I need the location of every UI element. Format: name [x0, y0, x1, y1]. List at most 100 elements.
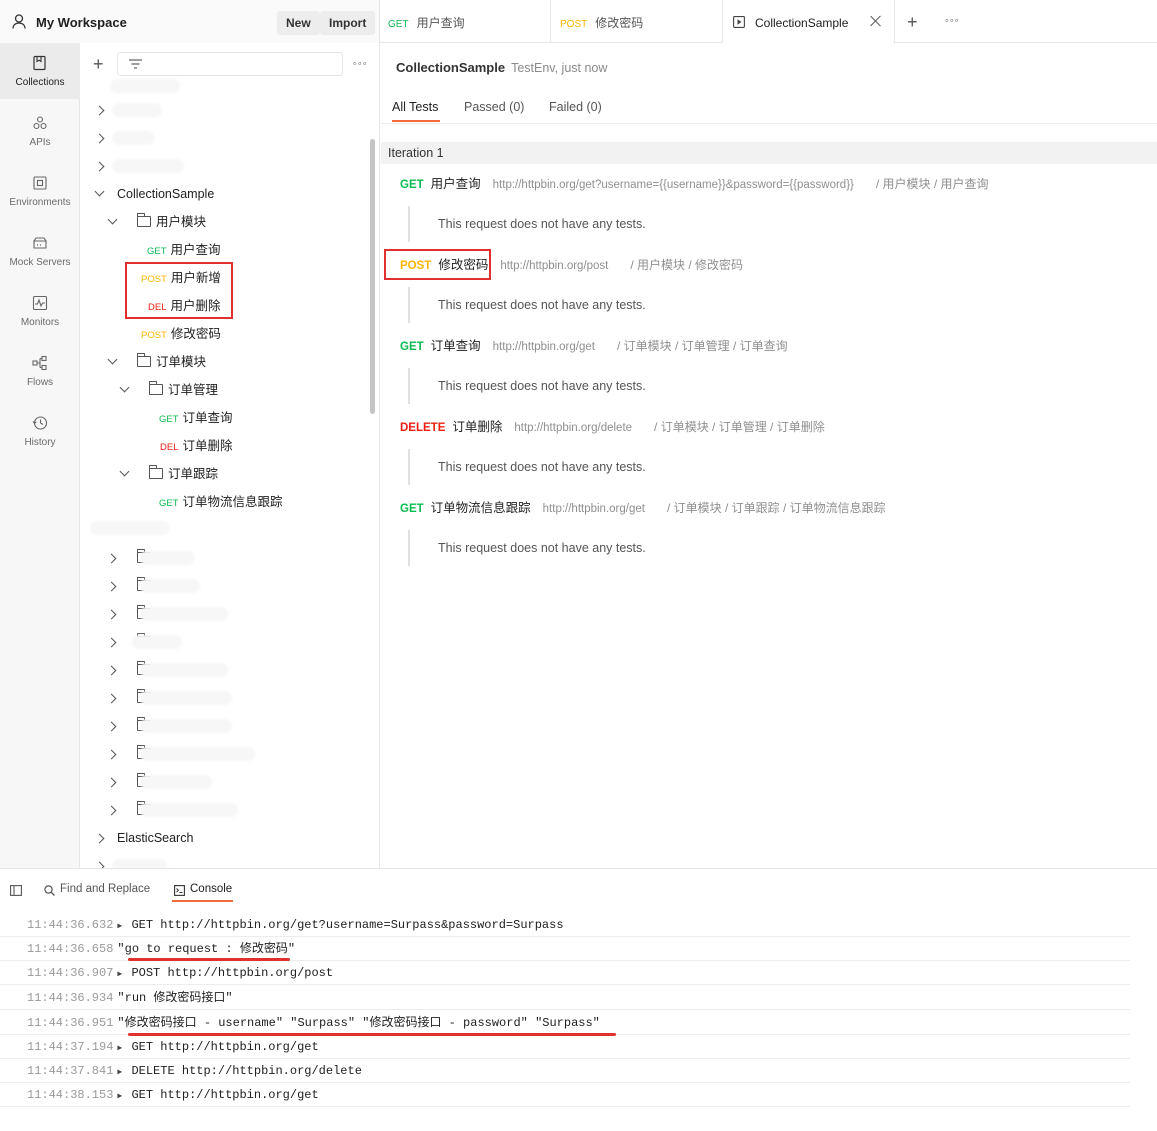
redacted-item — [90, 521, 170, 535]
log-entry[interactable]: 11:44:36.934 "run 修改密码接口" — [0, 986, 1130, 1010]
tree-folder-redacted[interactable] — [80, 684, 370, 712]
tab-failed[interactable]: Failed (0) — [549, 100, 602, 114]
log-timestamp: 11:44:36.632 — [27, 918, 114, 932]
tab-options-icon[interactable]: ◦◦◦ — [945, 15, 960, 27]
filter-icon — [129, 59, 142, 69]
tree-collection-label: ElasticSearch — [117, 831, 194, 845]
tree-request[interactable]: GET 订单查询 — [80, 404, 370, 432]
request-label: 订单查询 — [182, 411, 233, 425]
tree-item-redacted[interactable] — [80, 152, 370, 180]
tree-folder-redacted[interactable] — [80, 712, 370, 740]
rail-flows[interactable]: Flows — [0, 343, 80, 399]
request-label: 用户查询 — [170, 243, 221, 257]
new-collection-plus-icon[interactable]: + — [93, 55, 104, 73]
result-request[interactable]: GET 订单查询 http://httpbin.org/get / 订单模块 / 订单… — [400, 336, 788, 356]
sidebar-scrollbar[interactable] — [370, 139, 375, 414]
tree-item-redacted[interactable] — [80, 852, 370, 868]
tree-folder-label: 订单跟踪 — [168, 467, 219, 481]
console-tabs: Find and Replace Console — [0, 869, 1157, 903]
result-request[interactable]: DELETE 订单删除 http://httpbin.org/delete / 订单模… — [400, 417, 825, 437]
import-button[interactable]: Import — [320, 11, 376, 35]
user-icon — [12, 14, 26, 29]
left-rail: Collections APIs Environments Mock Serve… — [0, 43, 80, 868]
workspace-title[interactable]: My Workspace — [36, 15, 127, 30]
chevron-down-icon[interactable] — [119, 466, 130, 477]
request-path: / 订单模块 / 订单管理 / 订单查询 — [616, 339, 788, 353]
tree-folder-redacted[interactable] — [80, 600, 370, 628]
console-icon — [174, 885, 185, 896]
chevron-down-icon[interactable] — [119, 382, 130, 393]
tab-post-change-password[interactable]: POST 修改密码 — [551, 0, 723, 43]
tree-folder-redacted[interactable] — [80, 572, 370, 600]
tree-request[interactable]: DEL 订单删除 — [80, 432, 370, 460]
tree-folder-redacted[interactable] — [80, 796, 370, 824]
request-name: 订单查询 — [430, 339, 481, 353]
history-icon — [32, 416, 48, 430]
tree-item-redacted[interactable] — [80, 124, 370, 152]
tab-get-user-query[interactable]: GET 用户查询 — [381, 0, 551, 43]
tree-folder-redacted[interactable] — [80, 740, 370, 768]
tree-folder-redacted[interactable] — [80, 628, 370, 656]
result-request[interactable]: GET 订单物流信息跟踪 http://httpbin.org/get / 订单模块 … — [400, 498, 886, 518]
tree-folder-order-track[interactable]: 订单跟踪 — [80, 460, 370, 488]
iteration-header: Iteration 1 — [381, 142, 1157, 164]
chevron-down-icon[interactable] — [94, 186, 105, 197]
expand-triangle-icon[interactable]: ▶ — [117, 970, 122, 979]
log-entry[interactable]: 11:44:37.841 ▶ DELETE http://httpbin.org/… — [0, 1059, 1130, 1083]
chevron-right-icon[interactable] — [94, 833, 105, 844]
request-url: http://httpbin.org/get?username={{userna… — [492, 179, 854, 191]
expand-triangle-icon[interactable]: ▶ — [117, 1044, 122, 1053]
tree-collection-elasticsearch[interactable]: ElasticSearch — [80, 824, 370, 852]
rail-label: APIs — [29, 137, 51, 148]
filter-input[interactable] — [117, 52, 343, 76]
divider — [381, 123, 1157, 124]
rail-apis[interactable]: APIs — [0, 103, 80, 159]
new-button[interactable]: New — [277, 11, 320, 35]
method-badge: DEL — [160, 442, 179, 453]
tree-request[interactable]: GET 订单物流信息跟踪 — [80, 488, 370, 516]
rail-collections[interactable]: Collections — [0, 43, 80, 99]
log-entry[interactable]: 11:44:38.153 ▶ GET http://httpbin.org/get — [0, 1083, 1130, 1107]
tab-all-tests[interactable]: All Tests — [392, 100, 438, 114]
tree-folder-redacted[interactable] — [80, 768, 370, 796]
log-entry[interactable]: 11:44:36.632 ▶ GET http://httpbin.org/get… — [0, 913, 1130, 937]
toggle-sidebar-icon[interactable] — [10, 885, 22, 896]
chevron-down-icon[interactable] — [107, 354, 118, 365]
log-entry[interactable]: 11:44:36.951 "修改密码接口 - username" "Surpass… — [0, 1011, 1130, 1035]
tab-console[interactable]: Console — [190, 883, 232, 895]
expand-triangle-icon[interactable]: ▶ — [117, 1068, 122, 1077]
expand-triangle-icon[interactable]: ▶ — [117, 922, 122, 931]
log-timestamp: 11:44:37.841 — [27, 1064, 114, 1078]
rail-history[interactable]: History — [0, 403, 80, 459]
log-entry[interactable]: 11:44:37.194 ▶ GET http://httpbin.org/get — [0, 1035, 1130, 1059]
chevron-down-icon[interactable] — [107, 214, 118, 225]
tab-passed[interactable]: Passed (0) — [464, 100, 524, 114]
tab-collection-runner[interactable]: CollectionSample — [723, 0, 895, 44]
tab-label: CollectionSample — [755, 16, 849, 30]
tree-folder-redacted[interactable] — [80, 656, 370, 684]
expand-triangle-icon[interactable]: ▶ — [117, 1092, 122, 1101]
console-panel: Find and Replace Console 11:44:36.632 ▶ G… — [0, 868, 1157, 1131]
tree-folder-order-mgmt[interactable]: 订单管理 — [80, 376, 370, 404]
rail-environments[interactable]: Environments — [0, 163, 80, 219]
sidebar-options-icon[interactable]: ◦◦◦ — [353, 58, 368, 70]
tree-folder-order[interactable]: 订单模块 — [80, 348, 370, 376]
tree-item-redacted[interactable] — [80, 96, 370, 124]
result-request[interactable]: GET 用户查询 http://httpbin.org/get?username={… — [400, 174, 989, 194]
tab-find-replace[interactable]: Find and Replace — [60, 883, 150, 895]
rail-mock-servers[interactable]: Mock Servers — [0, 223, 80, 279]
collections-icon — [33, 55, 46, 71]
highlight-box — [125, 262, 233, 319]
runner-icon — [733, 16, 745, 28]
method-badge: GET — [147, 246, 167, 257]
close-tab-icon[interactable] — [870, 15, 882, 27]
new-tab-plus-icon[interactable]: + — [907, 13, 918, 31]
tree-request[interactable]: POST 修改密码 — [80, 320, 370, 348]
tree-collection-sample[interactable]: CollectionSample — [80, 180, 370, 208]
log-entry[interactable]: 11:44:36.907 ▶ POST http://httpbin.org/po… — [0, 961, 1130, 985]
tree-request[interactable]: GET 用户查询 — [80, 236, 370, 264]
tree-folder-user[interactable]: 用户模块 — [80, 208, 370, 236]
tree-folder-redacted[interactable] — [80, 544, 370, 572]
rail-monitors[interactable]: Monitors — [0, 283, 80, 339]
request-url: http://httpbin.org/post — [500, 260, 609, 272]
